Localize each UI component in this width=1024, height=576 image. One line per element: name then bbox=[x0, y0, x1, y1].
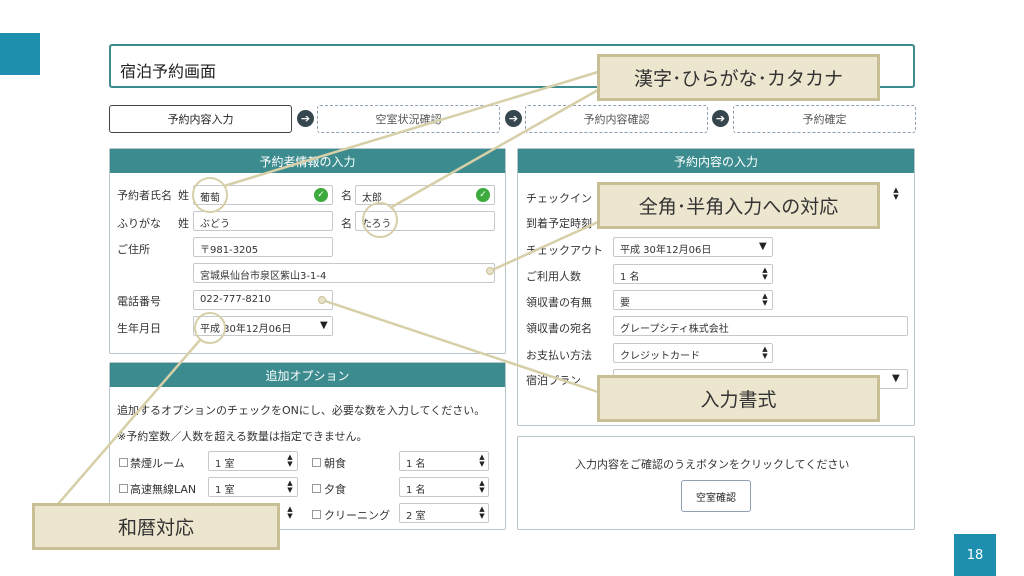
callout-kanji: 漢字･ひらがな･カタカナ bbox=[597, 54, 880, 101]
callout-zenkaku: 全角･半角入力への対応 bbox=[597, 182, 880, 229]
callout-wareki: 和暦対応 bbox=[32, 503, 280, 550]
page-number: 18 bbox=[954, 534, 996, 576]
callout-format: 入力書式 bbox=[597, 375, 880, 422]
